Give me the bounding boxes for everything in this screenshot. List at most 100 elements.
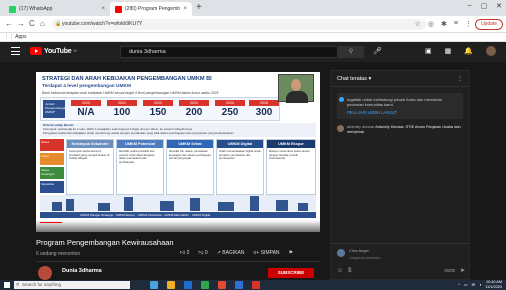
side-labels: Akses Pasar Akses Keuangan Kapasitas bbox=[40, 139, 64, 195]
chrome-icon[interactable] bbox=[252, 281, 260, 289]
microphone-icon[interactable]: 🎤︎ bbox=[373, 47, 382, 55]
building bbox=[298, 203, 308, 211]
powerpoint-icon[interactable] bbox=[218, 281, 226, 289]
video-player[interactable]: STRATEGI DAN ARAH KEBIJAKAN PENGEMBANGAN… bbox=[36, 72, 320, 232]
forward-icon[interactable]: → bbox=[17, 19, 25, 28]
level-year: 2025 bbox=[249, 100, 279, 106]
level-cell: 2023 200 bbox=[179, 100, 209, 118]
file-explorer-icon[interactable] bbox=[167, 281, 175, 289]
create-icon[interactable]: ▣ bbox=[425, 47, 432, 55]
send-icon[interactable]: ➤ bbox=[460, 267, 465, 274]
update-button[interactable]: Update bbox=[475, 19, 503, 30]
presenter-body bbox=[286, 91, 308, 103]
column-head: Kelompok Sekunder bbox=[67, 140, 113, 148]
network-icon[interactable]: ✉ bbox=[472, 282, 475, 287]
cluster-column: UMKM Potensial Memiliki usaha produktif … bbox=[116, 139, 164, 195]
volume-icon[interactable]: ◑ bbox=[479, 282, 481, 287]
search-input[interactable]: dunia 3dharma bbox=[120, 46, 338, 58]
chat-mode-label: Chat teratas bbox=[337, 76, 367, 82]
share-button[interactable]: ↗ BAGIKAN bbox=[217, 250, 245, 256]
level-value: N/A bbox=[77, 107, 95, 118]
more-options-icon[interactable]: ⋮ bbox=[457, 75, 463, 82]
chat-tools: ☺ $ bbox=[337, 268, 351, 274]
lock-icon: 🔒 bbox=[55, 21, 62, 27]
windows-taskbar: ⚲ Search for anything ^ ▭ ✉ ◑ 10:40 AM 1… bbox=[0, 280, 506, 290]
battery-icon[interactable]: ▭ bbox=[464, 282, 468, 287]
window-controls: – ▢ ✕ bbox=[468, 2, 502, 10]
taskbar-search-input[interactable]: ⚲ Search for anything bbox=[14, 281, 130, 289]
profile-icon[interactable]: ⋮ bbox=[465, 20, 472, 28]
like-button[interactable]: 👍︎ 2 bbox=[180, 250, 189, 256]
bookmark-apps[interactable]: Apps bbox=[15, 34, 26, 40]
close-tab-icon[interactable]: × bbox=[101, 6, 105, 12]
browser-tab-whatsapp[interactable]: (17) WhatsApp × bbox=[4, 2, 110, 16]
thumbs-down-icon: 👎︎ bbox=[198, 250, 204, 256]
close-window-icon[interactable]: ✕ bbox=[496, 2, 502, 10]
edge-icon[interactable] bbox=[184, 281, 192, 289]
super-chat-icon[interactable]: $ bbox=[348, 268, 351, 274]
reading-list-icon[interactable]: ≡ bbox=[454, 20, 458, 28]
minimize-icon[interactable]: – bbox=[468, 2, 472, 10]
learn-more-link[interactable]: PELAJARI LEBIH LANJUT bbox=[347, 110, 459, 115]
save-button[interactable]: ≡+ SIMPAN bbox=[253, 250, 279, 256]
level-cell: 2024 250 bbox=[215, 100, 245, 118]
progress-bar[interactable] bbox=[40, 221, 316, 223]
emoji-icon[interactable]: ☺ bbox=[337, 268, 343, 274]
level-value: 100 bbox=[113, 107, 131, 118]
hamburger-menu-icon[interactable] bbox=[11, 47, 20, 55]
dislike-button[interactable]: 👎︎ 0 bbox=[198, 250, 207, 256]
channel-avatar[interactable] bbox=[38, 266, 52, 280]
level-row: Jumlah Pengembangan UMKM* 2020 N/A 2021 … bbox=[40, 97, 280, 121]
browser-tab-youtube[interactable]: (280) Program Pengembangan Ke... × bbox=[110, 2, 192, 16]
close-tab-icon[interactable]: × bbox=[183, 6, 187, 12]
column-body: Memiliki izin usaha, pencatatan keuangan… bbox=[169, 149, 211, 161]
word-icon[interactable] bbox=[235, 281, 243, 289]
reload-icon[interactable]: C bbox=[29, 19, 35, 28]
side-label: Pasar bbox=[40, 153, 64, 165]
extensions-puzzle-icon[interactable]: ✱ bbox=[441, 20, 447, 28]
cluster-column: Kelompok Sekunder Kelompok usaha ekonomi… bbox=[66, 139, 114, 195]
account-avatar[interactable] bbox=[486, 46, 496, 56]
header-actions: ▣ ▦ 🔔 bbox=[425, 46, 496, 56]
notifications-icon[interactable]: 🔔 bbox=[464, 47, 473, 55]
level-cell: 2021 100 bbox=[107, 100, 137, 118]
new-tab-button[interactable]: + bbox=[196, 2, 202, 14]
side-label: Akses Keuangan bbox=[40, 167, 64, 179]
excel-icon[interactable] bbox=[201, 281, 209, 289]
side-label: Akses bbox=[40, 139, 64, 151]
youtube-logo[interactable]: YouTube ID bbox=[30, 47, 77, 55]
apps-grid-icon[interactable]: ▦ bbox=[445, 47, 452, 55]
cluster-column: UMKM Digital Telah memanfaatkan digital … bbox=[216, 139, 264, 195]
back-icon[interactable]: ← bbox=[5, 19, 13, 28]
maximize-icon[interactable]: ▢ bbox=[481, 2, 488, 10]
bookmarks-bar: ⋮⋮ Apps bbox=[0, 33, 506, 42]
channel-name[interactable]: Dunia 3dharma bbox=[62, 268, 102, 274]
chat-mode-dropdown[interactable]: Chat teratas ▾ bbox=[337, 76, 371, 82]
home-icon[interactable]: ⌂ bbox=[40, 19, 45, 28]
level-header: Jumlah Pengembangan UMKM* bbox=[43, 100, 66, 118]
windows-start-icon[interactable] bbox=[4, 282, 10, 288]
bookmark-star-icon[interactable]: ☆ bbox=[415, 20, 421, 28]
level-cell: 2020 N/A bbox=[71, 100, 101, 118]
apps-icon[interactable]: ⋮⋮ bbox=[4, 34, 14, 40]
clock-date: 11/1/2020 bbox=[485, 284, 502, 289]
search-button[interactable]: ⚲ bbox=[338, 46, 364, 58]
subscribe-button[interactable]: SUBSCRIBE bbox=[268, 268, 314, 278]
clock[interactable]: 10:40 AM 11/1/2020 bbox=[485, 280, 502, 289]
report-flag-icon[interactable]: ⚑ bbox=[289, 250, 293, 256]
level-year: 2022 bbox=[143, 100, 173, 106]
browser-toolbar: ← → C ⌂ 🔒 youtube.com/watch?v=wfokb9KU7Y… bbox=[0, 16, 506, 33]
chat-input[interactable]: Ucapkan sesuatu... bbox=[349, 255, 383, 260]
extension-icon[interactable]: ◎ bbox=[428, 20, 434, 28]
column-body: Kelompok usaha ekonomi produktif yang me… bbox=[69, 149, 110, 161]
user-name: Citra Angel bbox=[349, 248, 369, 253]
tray-overflow-icon[interactable]: ^ bbox=[458, 282, 460, 287]
youtube-header: YouTube ID dunia 3dharma ⚲ 🎤︎ ▣ ▦ 🔔 bbox=[0, 42, 506, 62]
address-bar[interactable]: 🔒 youtube.com/watch?v=wfokb9KU7Y bbox=[52, 19, 426, 30]
column-head: UMKM Digital bbox=[217, 140, 263, 148]
save-label: SIMPAN bbox=[260, 250, 280, 256]
task-view-icon[interactable] bbox=[150, 281, 158, 289]
building bbox=[276, 200, 288, 211]
video-actions: 👍︎ 2 👎︎ 0 ↗ BAGIKAN ≡+ SIMPAN ⚑ bbox=[180, 250, 293, 256]
building bbox=[66, 199, 74, 211]
